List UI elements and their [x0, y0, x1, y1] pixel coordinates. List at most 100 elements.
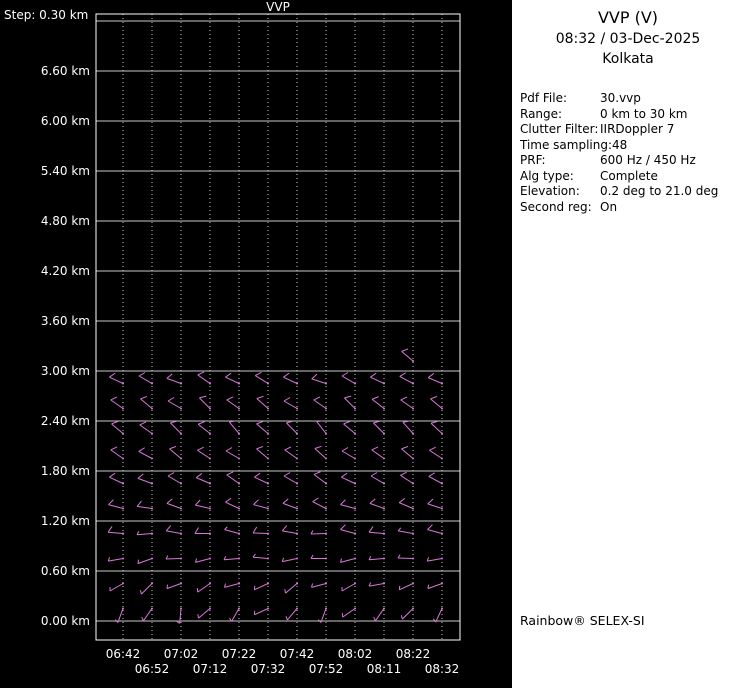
wind-barb: [197, 421, 211, 435]
wind-barb: [167, 472, 182, 485]
param-value: 0 km to 30 km: [600, 106, 688, 121]
wind-barb: [283, 372, 298, 385]
wind-barb: [340, 557, 356, 563]
param-label: PRF:: [520, 153, 546, 167]
wind-barb: [284, 582, 298, 594]
wind-barb: [141, 607, 153, 622]
wind-barb: [368, 582, 385, 587]
wind-barb: [368, 555, 385, 561]
vvp-plot: VVP Step: 0.30 km 0.00 km 0.60 km 1.20 km 1.8…: [4, 0, 461, 676]
wind-barb: [343, 420, 356, 435]
wind-barb: [398, 582, 414, 591]
wind-barb: [225, 447, 240, 460]
wind-barb: [313, 396, 327, 410]
wind-barb: [170, 420, 182, 435]
param-label: Time sampling:: [520, 137, 613, 152]
plot-title: VVP: [266, 0, 290, 14]
wind-barb: [138, 447, 153, 460]
wind-barb: [429, 446, 443, 460]
wind-barb: [341, 607, 356, 618]
wind-barb: [314, 445, 327, 460]
param-row-time-sampling: Time sampling: 48: [520, 138, 744, 154]
wind-barb: [398, 498, 414, 510]
wind-barb: [256, 395, 269, 410]
wind-barb: [283, 397, 298, 410]
x-axis-label: 07:52: [309, 662, 344, 676]
param-label: Alg type:: [520, 168, 574, 183]
wind-barb: [399, 372, 414, 385]
x-axis-label: 06:42: [106, 647, 141, 661]
wind-barb: [312, 497, 327, 510]
param-row-second-reg: Second reg: On: [520, 200, 744, 216]
step-label: Step: 0.30 km: [4, 8, 88, 22]
param-label: Second reg:: [520, 199, 592, 214]
wind-barb: [225, 372, 240, 385]
wind-barb: [199, 395, 211, 410]
y-axis-label: 0.00 km: [41, 614, 90, 628]
wind-barb: [226, 396, 240, 410]
wind-barb: [136, 500, 153, 510]
product-title: VVP (V): [597, 8, 659, 27]
wind-barb: [194, 527, 211, 535]
wind-barb: [310, 530, 327, 535]
wind-barb: [139, 582, 153, 595]
wind-barb: [341, 472, 356, 485]
x-axis-label: 08:22: [396, 647, 431, 661]
wind-barb: [228, 420, 240, 435]
wind-barb: [111, 420, 124, 435]
param-value: Complete: [600, 168, 658, 183]
y-axis-label: 3.00 km: [41, 364, 90, 378]
wind-barb: [282, 498, 298, 510]
param-row-prf: PRF: 600 Hz / 450 Hz: [520, 153, 744, 169]
wind-barb: [427, 498, 443, 510]
wind-barb: [256, 420, 269, 435]
wind-barb: [166, 582, 182, 590]
wind-barb: [224, 582, 240, 588]
param-value: 0.2 deg to 21.0 deg: [600, 184, 719, 198]
y-axis-label: 6.00 km: [41, 114, 90, 128]
wind-barb: [286, 420, 298, 435]
x-axis-label: 08:11: [367, 662, 402, 676]
wind-barb: [311, 582, 327, 588]
wind-barb: [402, 420, 414, 435]
wind-barb: [109, 472, 124, 485]
wind-barb: [255, 371, 269, 385]
wind-barb: [430, 420, 443, 435]
wind-barb: [400, 607, 414, 620]
wind-barb: [373, 420, 385, 435]
wind-barb: [252, 553, 269, 560]
wind-barb: [225, 497, 240, 510]
x-axis-label: 07:32: [251, 662, 286, 676]
param-value: IIRDoppler 7: [600, 122, 675, 136]
param-value: 48: [612, 137, 628, 152]
product-datetime: 08:32 / 03-Dec-2025: [555, 31, 701, 47]
y-axis-label: 1.20 km: [41, 514, 90, 528]
wind-barb: [140, 395, 153, 410]
param-value: On: [600, 199, 618, 214]
wind-barb: [340, 499, 356, 510]
param-label: Clutter Filter:: [520, 122, 599, 136]
wind-barb: [197, 607, 211, 619]
wind-barb: [110, 446, 124, 460]
wind-barb: [224, 526, 240, 535]
wind-barb: [254, 472, 269, 485]
wind-barb: [371, 396, 385, 410]
wind-barb: [166, 498, 182, 510]
wind-barb: [284, 446, 298, 460]
wind-barb: [397, 554, 414, 560]
wind-barb: [313, 471, 327, 485]
wind-barb: [197, 446, 211, 460]
wind-barb: [107, 557, 124, 562]
wind-barb: [397, 527, 414, 535]
wind-barb: [317, 607, 327, 623]
param-row-pdf-file: Pdf File: 30.vvp: [520, 91, 744, 107]
wind-barb: [169, 445, 182, 460]
y-axis-label: 6.60 km: [41, 64, 90, 78]
wind-barb: [401, 348, 414, 362]
wind-barb: [167, 397, 182, 410]
wind-barb: [256, 445, 269, 460]
wind-barb: [316, 420, 327, 435]
wind-barb: [401, 445, 414, 460]
wind-barb: [137, 557, 153, 565]
param-label: Pdf File:: [520, 91, 568, 105]
